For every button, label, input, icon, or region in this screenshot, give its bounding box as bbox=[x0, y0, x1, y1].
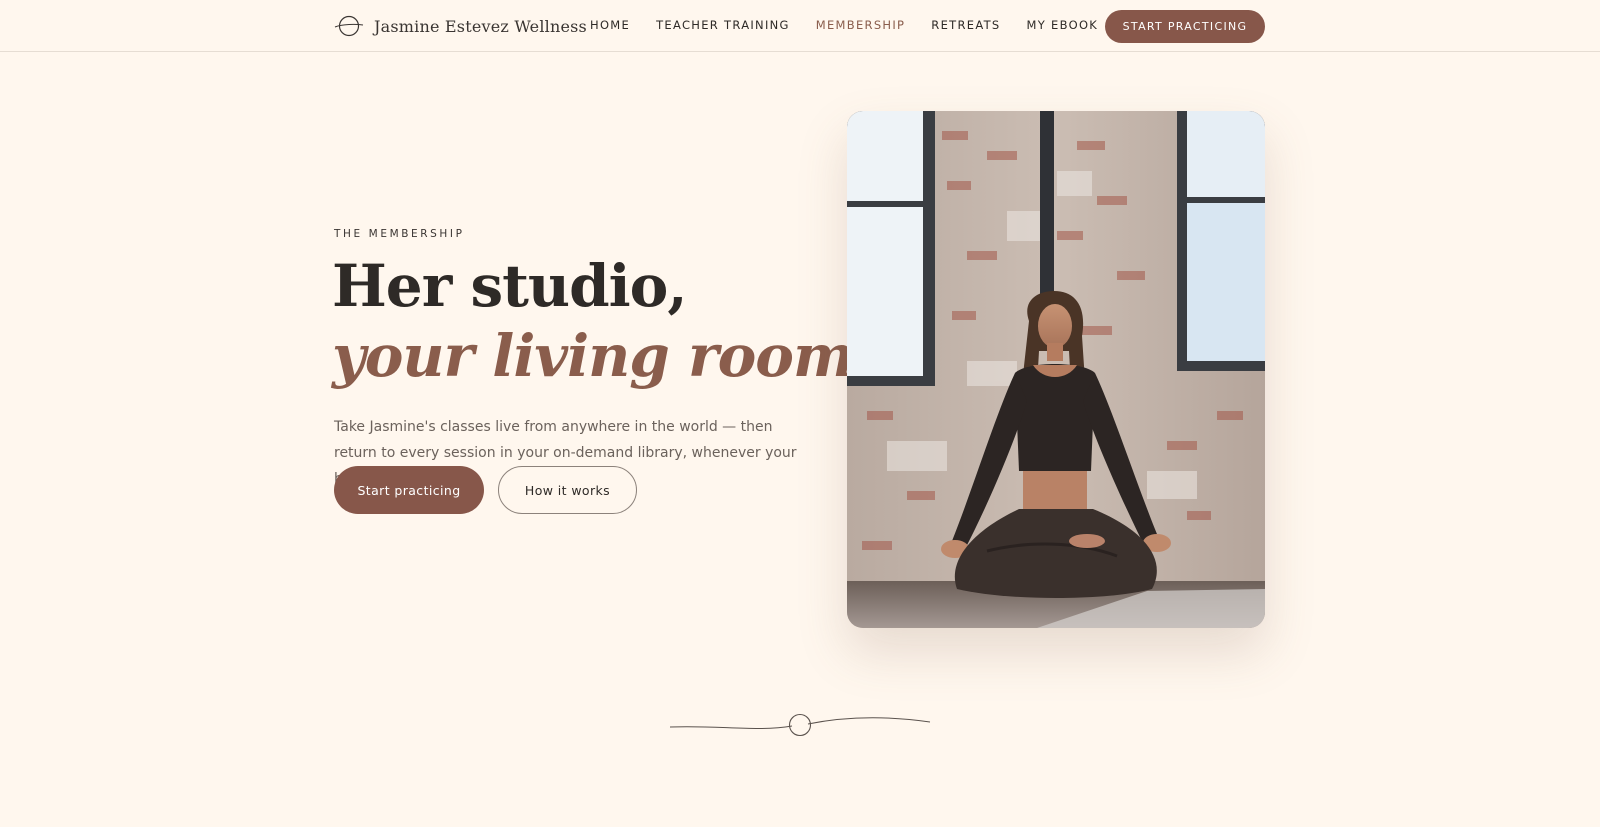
headline-line-2: your living room. bbox=[332, 322, 874, 390]
hero-photo bbox=[847, 111, 1265, 628]
section-eyebrow: THE MEMBERSHIP bbox=[334, 228, 465, 240]
how-it-works-button[interactable]: How it works bbox=[498, 466, 637, 514]
nav-my-ebook[interactable]: MY EBOOK bbox=[1027, 18, 1099, 32]
section-divider-ornament bbox=[668, 710, 932, 744]
brand-logo-link[interactable]: Jasmine Estevez Wellness bbox=[334, 13, 587, 39]
circle-orbit-logo-icon bbox=[334, 13, 364, 39]
start-practicing-button[interactable]: Start practicing bbox=[334, 466, 484, 514]
nav-retreats[interactable]: RETREATS bbox=[931, 18, 1000, 32]
headline-line-1: Her studio, bbox=[332, 252, 688, 320]
main-menu: HOME TEACHER TRAINING MEMBERSHIP RETREAT… bbox=[590, 18, 1098, 32]
nav-membership[interactable]: MEMBERSHIP bbox=[816, 18, 906, 32]
top-navigation: Jasmine Estevez Wellness HOME TEACHER TR… bbox=[0, 0, 1600, 52]
header-start-practicing-button[interactable]: START PRACTICING bbox=[1105, 10, 1265, 43]
nav-home[interactable]: HOME bbox=[590, 18, 630, 32]
brand-name: Jasmine Estevez Wellness bbox=[374, 16, 587, 36]
nav-teacher-training[interactable]: TEACHER TRAINING bbox=[656, 18, 790, 32]
